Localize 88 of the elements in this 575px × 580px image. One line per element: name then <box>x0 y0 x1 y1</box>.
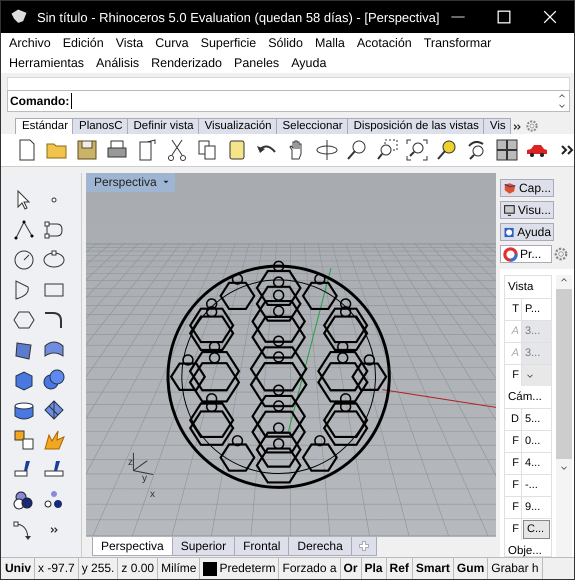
toolbar-tab[interactable]: Seleccionar <box>276 118 348 134</box>
toolbar-tab[interactable]: Visualización <box>198 118 276 134</box>
menu-item[interactable]: Edición <box>60 36 110 50</box>
property-button[interactable]: C... <box>523 520 550 539</box>
viewport[interactable]: Perspectiva z y x <box>86 173 496 537</box>
property-value: 4... <box>524 456 542 471</box>
four-panes-icon[interactable] <box>495 138 519 162</box>
status-pane[interactable]: Ref <box>386 558 413 579</box>
menu-item[interactable]: Malla <box>312 36 351 50</box>
scissors-icon[interactable] <box>165 138 189 162</box>
menu-item[interactable]: Sólido <box>266 36 309 50</box>
menu-item[interactable]: Transformar <box>422 36 498 50</box>
menu-item[interactable]: Herramientas <box>7 56 90 70</box>
viewport-tab[interactable]: Perspectiva <box>92 537 173 556</box>
polyline-icon[interactable] <box>12 218 36 242</box>
magnifier-corners-icon[interactable] <box>405 138 429 162</box>
property-label: F <box>505 475 522 496</box>
property-label: F <box>505 497 522 518</box>
scrollbar[interactable] <box>556 275 572 557</box>
toolbar-tab[interactable]: Disposición de las vistas <box>346 118 484 134</box>
scrollbar-thumb[interactable] <box>556 289 572 459</box>
status-pane[interactable]: Smart <box>412 558 454 579</box>
section-header: Obje... <box>507 544 543 557</box>
axis-label: y <box>142 473 147 484</box>
toolbar-tab[interactable]: Estándar <box>15 118 74 134</box>
menu-item[interactable]: Acotación <box>354 36 418 50</box>
viewport-tab[interactable]: Derecha <box>288 537 352 556</box>
property-value: 5... <box>524 412 542 427</box>
status-pane[interactable]: Univ <box>2 558 36 579</box>
status-pane[interactable]: y 255. <box>78 558 118 579</box>
axis-label: z <box>128 457 133 468</box>
property-value: -... <box>524 478 539 493</box>
explosion-icon[interactable] <box>42 428 66 452</box>
property-label: T <box>505 299 522 320</box>
property-label: D <box>505 409 522 430</box>
plus-icon <box>358 540 370 552</box>
menu-item[interactable]: Archivo <box>7 36 57 50</box>
toolbar-tab[interactable]: PlanosC <box>72 118 128 134</box>
status-pane[interactable]: Grabar h <box>488 558 543 579</box>
menu-item[interactable]: Ayuda <box>289 56 332 70</box>
layer-pane[interactable]: Predeterm <box>200 558 280 579</box>
property-label: F <box>505 431 522 452</box>
status-pane[interactable]: Pla <box>362 558 387 579</box>
status-pane[interactable]: Milíme <box>158 558 200 579</box>
orbit-icon[interactable] <box>315 138 339 162</box>
menu-item[interactable]: Paneles <box>232 56 286 70</box>
spheres-icon[interactable] <box>42 368 66 392</box>
menu-item[interactable]: Curva <box>153 36 195 50</box>
window-title: Sin título - Rhinoceros 5.0 Evaluation (quedan 58 días) - [Perspectiva] <box>37 10 440 24</box>
axis-gizmo-icon <box>132 452 154 476</box>
toolbar-tab[interactable]: Vis <box>482 118 511 134</box>
panel-tab[interactable]: Cap... <box>500 179 554 197</box>
section-header: Cám... <box>507 390 543 405</box>
puzzle-pieces-icon[interactable] <box>12 428 36 452</box>
gear-icon[interactable] <box>552 245 570 263</box>
menu-item[interactable]: Superficie <box>198 36 262 50</box>
menu-item[interactable]: Renderizado <box>149 56 228 70</box>
viewport-tab[interactable]: Frontal <box>234 537 290 556</box>
menu-item[interactable]: Análisis <box>94 56 146 70</box>
panel-tab[interactable]: Visu... <box>500 201 554 219</box>
command-label: Comando: <box>9 94 70 108</box>
status-pane[interactable]: Forzado a <box>279 558 341 579</box>
magnifier-dashed-icon[interactable] <box>375 138 399 162</box>
panel-tab[interactable]: Pr... <box>500 245 552 263</box>
command-field[interactable]: Comando: <box>7 90 570 112</box>
viewport-title-bar[interactable]: Perspectiva <box>86 173 175 192</box>
menu-item[interactable]: Vista <box>114 36 150 50</box>
status-pane[interactable]: Or <box>340 558 362 579</box>
property-value: 9... <box>524 500 542 515</box>
status-text: Predeterm <box>219 560 276 577</box>
property-value: 0... <box>524 434 542 449</box>
viewport-title-text: Perspectiva <box>94 175 157 189</box>
viewport-tab[interactable]: Superior <box>172 537 236 556</box>
property-value: 3... <box>522 321 551 342</box>
circle-icon[interactable] <box>12 248 36 272</box>
axis-label: x <box>150 489 155 500</box>
property-value: P... <box>524 302 542 317</box>
panel-tab[interactable]: Ayuda <box>500 223 554 241</box>
status-pane[interactable]: z 0.00 <box>118 558 158 579</box>
monitor-icon <box>503 202 516 218</box>
property-value: 3... <box>522 343 551 364</box>
section-header: Vista <box>507 280 534 295</box>
property-label: F <box>505 519 522 540</box>
mesh-surface-icon[interactable] <box>42 398 66 422</box>
status-pane[interactable]: x -97.7 <box>35 558 79 579</box>
status-pane[interactable]: Gum <box>454 558 488 579</box>
toolbar-tab[interactable]: Definir vista <box>126 118 199 134</box>
property-label: F <box>505 453 522 474</box>
